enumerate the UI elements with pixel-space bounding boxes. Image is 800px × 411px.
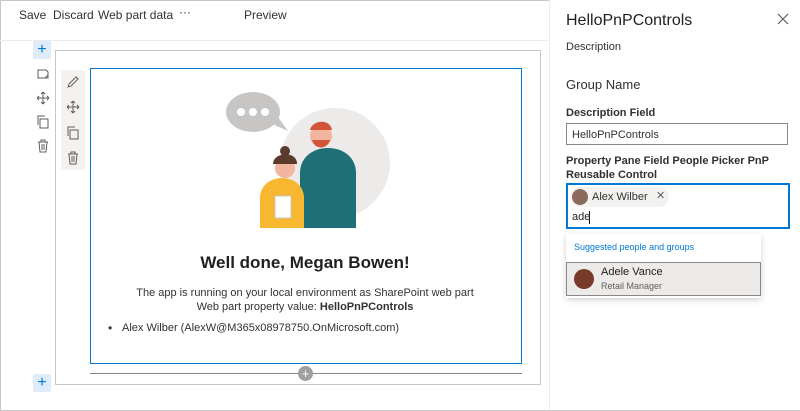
add-section-top-button[interactable]: +: [33, 41, 51, 59]
property-value-text: Web part property value: HelloPnPControl…: [90, 301, 520, 313]
people-picker-label-line1: Property Pane Field People Picker PnP: [566, 155, 769, 167]
welcome-illustration: [226, 92, 390, 228]
property-pane: HelloPnPControls Description Group Name …: [549, 0, 800, 410]
avatar: [574, 269, 594, 289]
text-cursor: [589, 211, 590, 224]
toolbar-divider: [0, 40, 548, 41]
preview-button[interactable]: Preview: [244, 8, 287, 22]
pencil-icon[interactable]: [66, 75, 80, 89]
add-section-bottom-button[interactable]: +: [33, 374, 51, 392]
description-field-label: Description Field: [566, 107, 656, 119]
selected-person-chip[interactable]: Alex Wilber ✕: [570, 187, 669, 207]
trash-icon[interactable]: [66, 151, 80, 165]
pane-description: Description: [566, 41, 622, 53]
property-value-label: Web part property value:: [196, 301, 320, 313]
description-field-input[interactable]: HelloPnPControls: [566, 123, 788, 145]
list-item: Alex Wilber (AlexW@M365x08978750.OnMicro…: [108, 321, 399, 335]
webpart-toolbar: [61, 70, 85, 170]
welcome-heading: Well done, Megan Bowen!: [200, 253, 410, 272]
suggestions-header[interactable]: Suggested people and groups: [574, 242, 694, 252]
pane-title: HelloPnPControls: [566, 12, 693, 29]
save-button[interactable]: Save: [19, 8, 46, 22]
property-value: HelloPnPControls: [319, 301, 414, 313]
discard-button[interactable]: Discard: [53, 8, 94, 22]
suggestion-role: Retail Manager: [601, 281, 663, 291]
more-options-button[interactable]: ···: [179, 5, 191, 19]
avatar: [572, 189, 588, 205]
close-icon[interactable]: [776, 12, 790, 26]
people-picker-input[interactable]: Alex Wilber ✕ ade: [566, 183, 790, 229]
picker-search-text[interactable]: ade: [572, 211, 590, 223]
move-icon[interactable]: [66, 100, 80, 114]
edit-section-icon[interactable]: [36, 67, 50, 81]
suggestion-item[interactable]: Adele Vance Retail Manager: [566, 262, 761, 296]
group-name-heading: Group Name: [566, 77, 641, 92]
status-text: The app is running on your local environ…: [136, 287, 474, 299]
copy-icon[interactable]: [66, 126, 80, 140]
people-picker-label-line2: Reusable Control: [566, 169, 658, 181]
selected-person-name: Alex Wilber: [592, 191, 648, 203]
command-bar: Save Discard Web part data ··· Preview: [0, 0, 548, 30]
suggestion-name: Adele Vance: [601, 266, 663, 278]
suggestions-dropdown: Suggested people and groups Adele Vance …: [566, 234, 761, 298]
move-section-icon[interactable]: [36, 91, 50, 105]
copy-section-icon[interactable]: [36, 115, 50, 129]
remove-person-icon[interactable]: ✕: [656, 189, 665, 202]
add-webpart-button[interactable]: +: [298, 366, 313, 381]
web-part-data-button[interactable]: Web part data: [98, 8, 173, 22]
delete-section-icon[interactable]: [36, 139, 50, 153]
